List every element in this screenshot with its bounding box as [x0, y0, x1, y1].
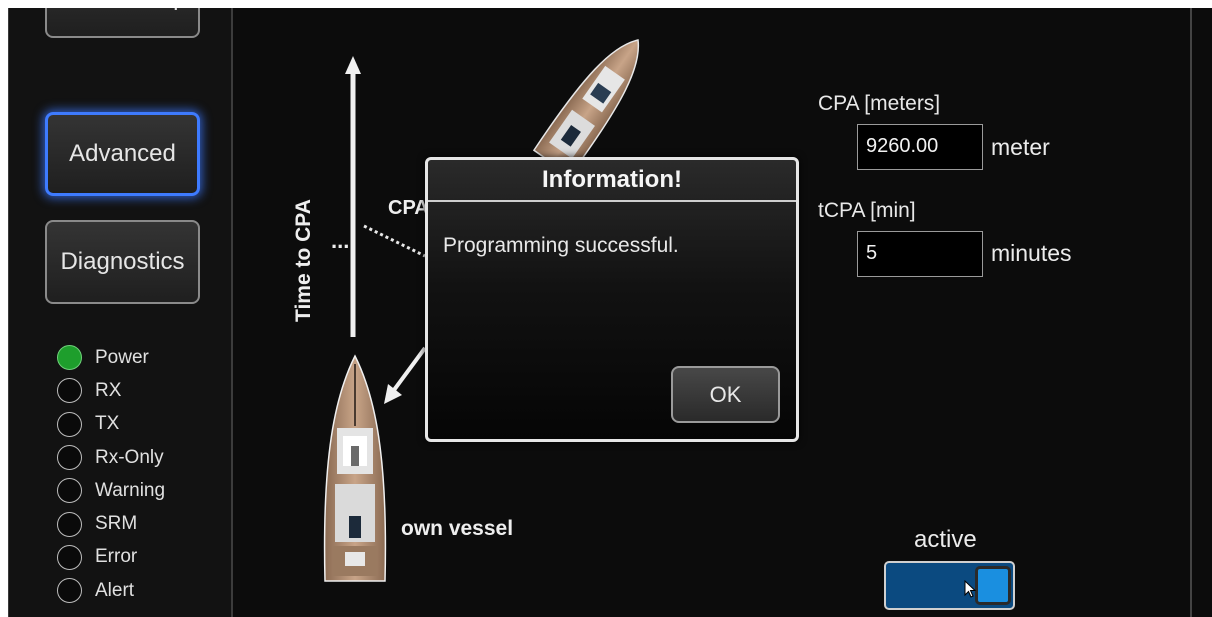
active-label: active	[914, 526, 977, 553]
approach-arrow	[384, 346, 427, 404]
cpa-label: CPA [meters]	[818, 92, 941, 115]
tcpa-label: tCPA [min]	[818, 199, 916, 222]
own-vessel-icon	[323, 354, 387, 582]
tcpa-input[interactable]: 5	[857, 231, 983, 277]
own-vessel-label: own vessel	[401, 517, 513, 540]
dots-icon: ...	[331, 228, 349, 253]
mouse-cursor-icon	[964, 580, 977, 598]
cpa-dotted-line	[363, 224, 426, 258]
dialog-title: Information!	[428, 160, 796, 202]
active-toggle[interactable]	[884, 561, 1015, 610]
app-window: Basic Setup Advanced Diagnostics Power R…	[8, 8, 1212, 617]
time-to-cpa-arrow	[345, 56, 361, 337]
time-to-cpa-label: Time to CPA	[292, 199, 315, 322]
cpa-label: CPA	[388, 197, 429, 219]
dialog-message: Programming successful.	[443, 234, 679, 257]
tcpa-unit: minutes	[991, 240, 1072, 266]
cpa-unit: meter	[991, 134, 1050, 160]
toggle-knob[interactable]	[975, 566, 1011, 605]
ok-button[interactable]: OK	[671, 366, 780, 423]
cpa-input[interactable]: 9260.00	[857, 124, 983, 170]
information-dialog: Information! Programming successful. OK	[425, 157, 799, 442]
right-border	[1190, 8, 1192, 617]
other-vessel-icon	[532, 39, 640, 177]
